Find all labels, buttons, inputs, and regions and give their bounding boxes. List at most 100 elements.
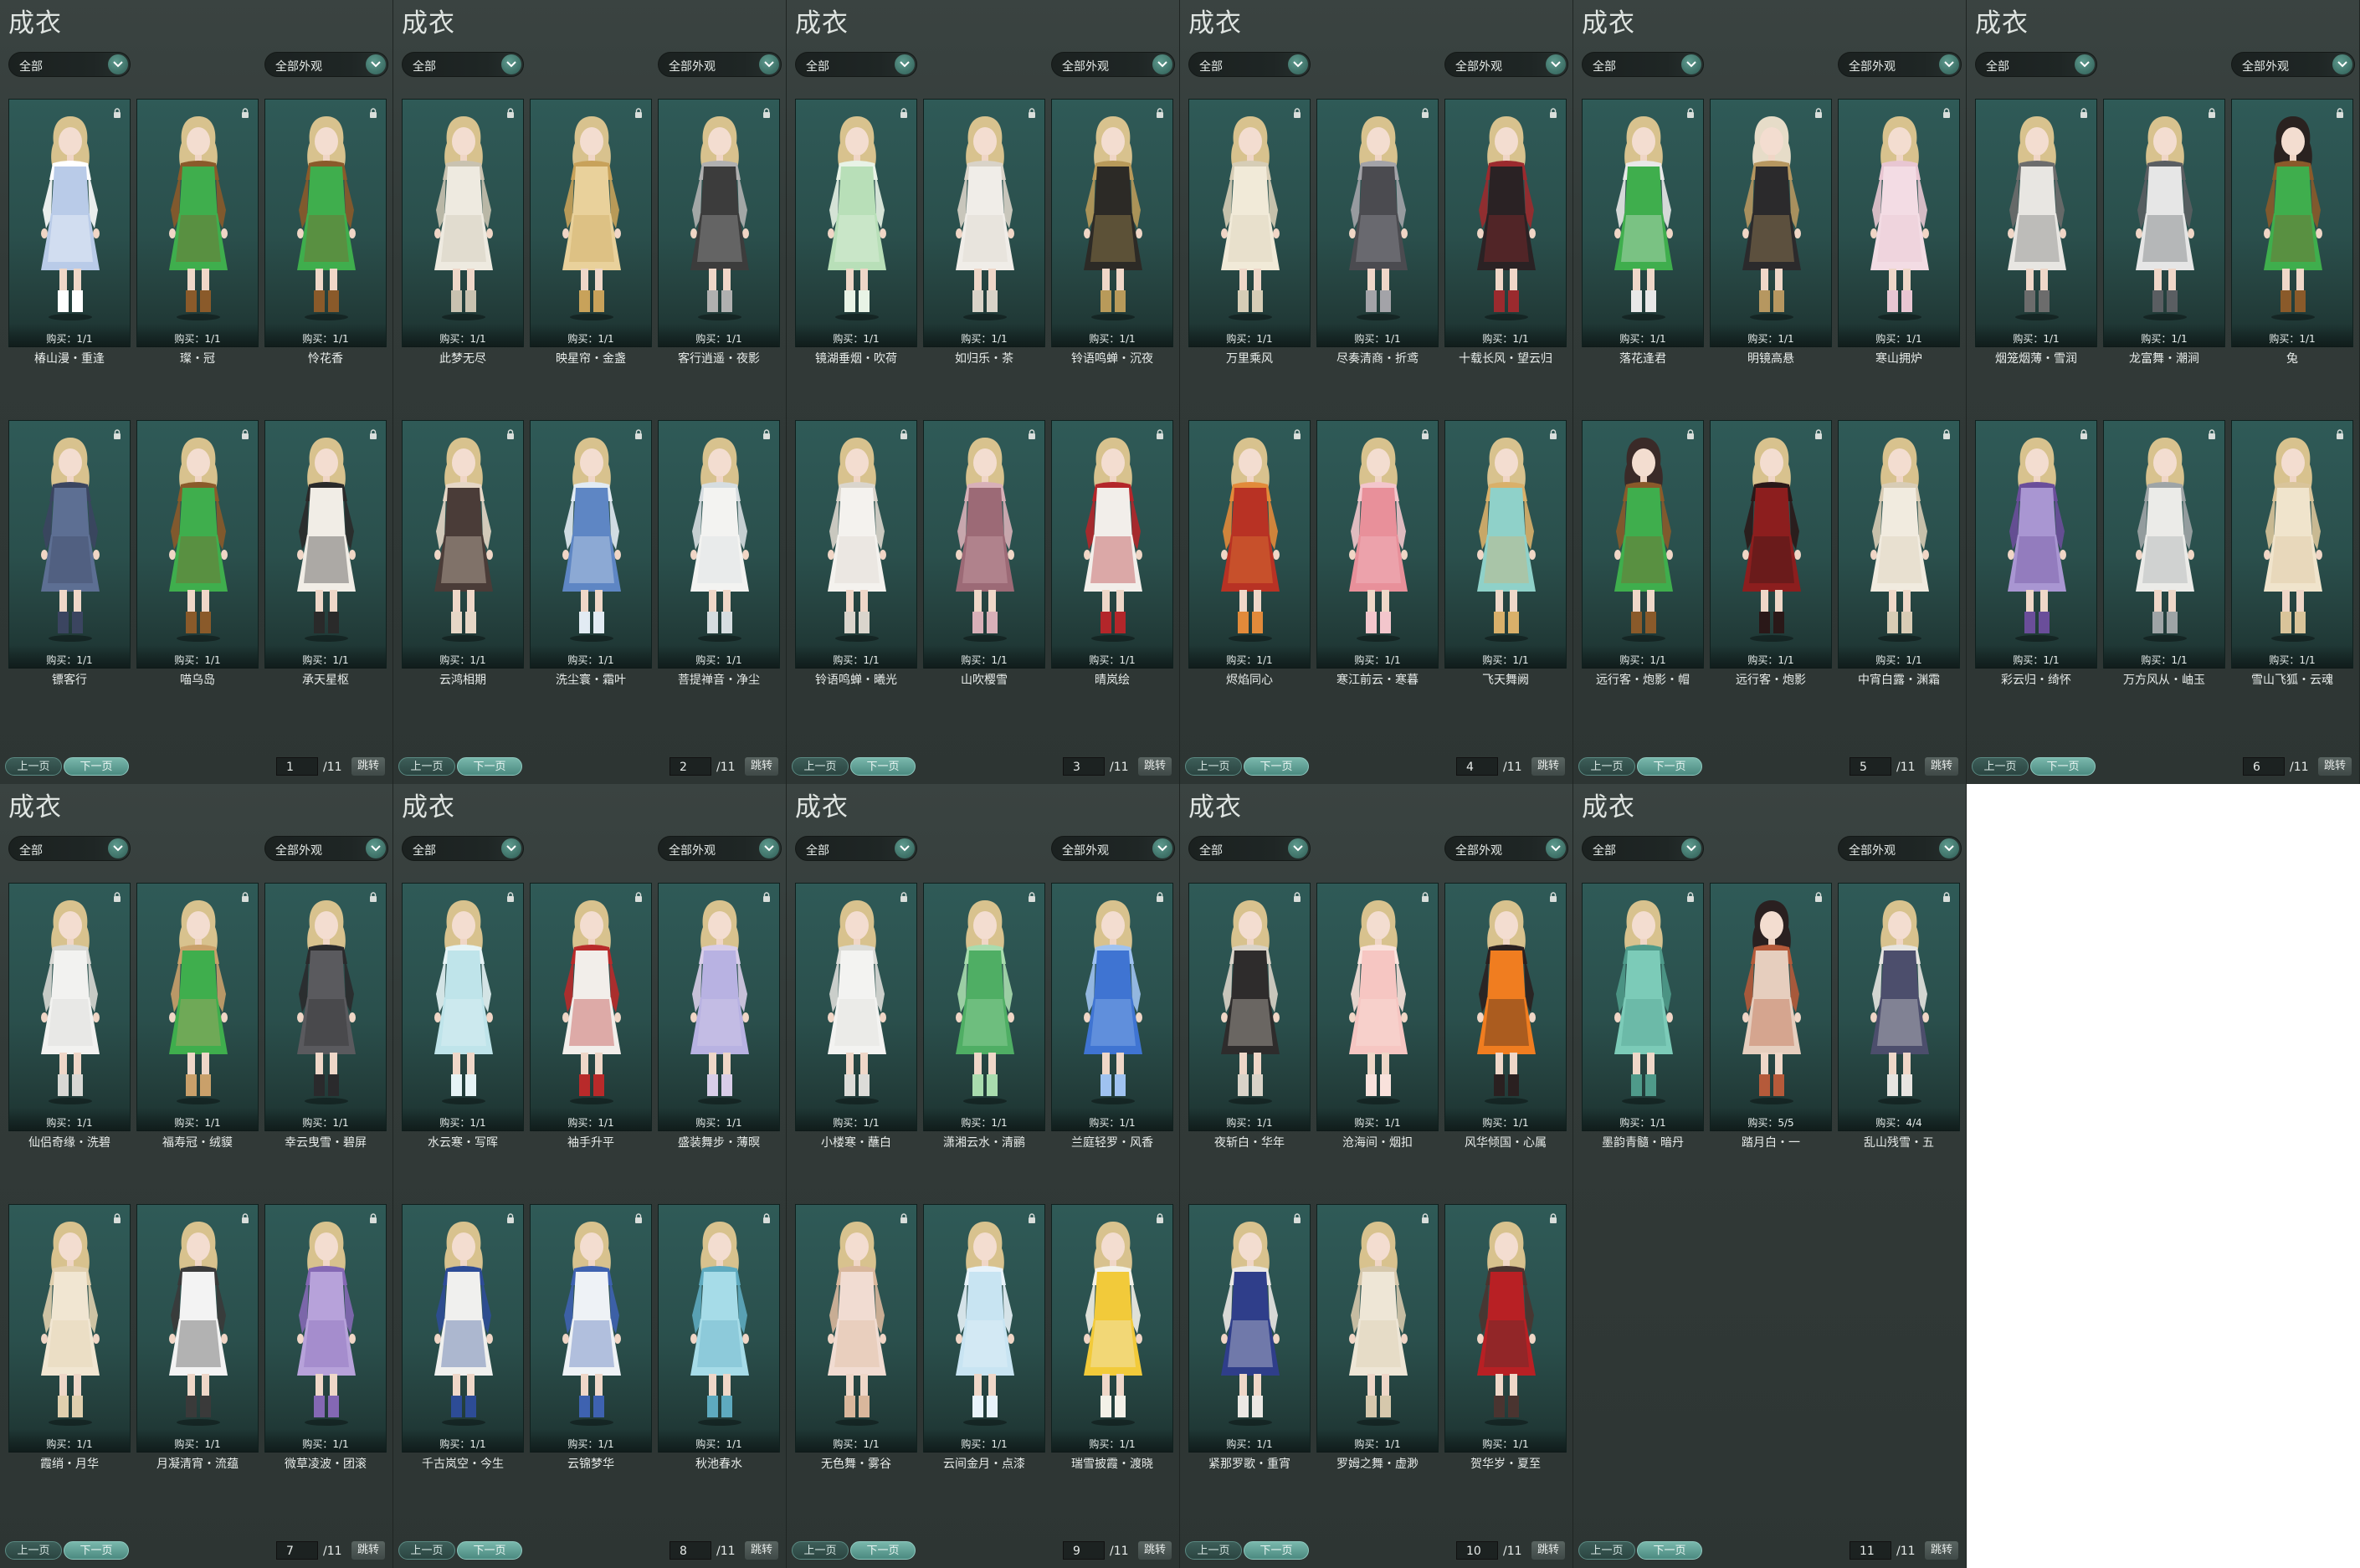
next-page-button[interactable]: 下一页 [2030,757,2096,776]
category-filter-dropdown[interactable]: 全部 [795,52,917,77]
outfit-card[interactable]: 购买：1/1 [1051,99,1173,347]
chevron-down-icon[interactable] [1681,838,1701,858]
chevron-down-icon[interactable] [1939,54,1959,74]
outfit-card[interactable]: 购买：1/1 [8,420,131,669]
appearance-filter-dropdown[interactable]: 全部外观 [1444,836,1568,861]
chevron-down-icon[interactable] [366,54,386,74]
outfit-card[interactable]: 购买：1/1 [1188,1204,1311,1453]
outfit-card[interactable]: 购买：1/1 [264,420,387,669]
page-number-input[interactable] [670,1541,711,1560]
category-filter-dropdown[interactable]: 全部 [1582,52,1704,77]
next-page-button[interactable]: 下一页 [457,1541,522,1560]
outfit-card[interactable]: 购买：1/1 [1051,883,1173,1131]
prev-page-button[interactable]: 上一页 [1578,1541,1635,1560]
jump-button[interactable]: 跳转 [745,1541,778,1560]
outfit-card[interactable]: 购买：1/1 [2231,99,2353,347]
page-number-input[interactable] [2243,757,2285,776]
chevron-down-icon[interactable] [759,838,779,858]
outfit-card[interactable]: 购买：1/1 [1444,99,1567,347]
outfit-card[interactable]: 购买：1/1 [795,883,917,1131]
prev-page-button[interactable]: 上一页 [1185,757,1242,776]
outfit-card[interactable]: 购买：1/1 [8,883,131,1131]
page-number-input[interactable] [670,757,711,776]
outfit-card[interactable]: 购买：1/1 [1188,420,1311,669]
page-number-input[interactable] [1063,757,1105,776]
outfit-card[interactable]: 购买：1/1 [1051,1204,1173,1453]
chevron-down-icon[interactable] [1681,54,1701,74]
outfit-card[interactable]: 购买：1/1 [795,1204,917,1453]
chevron-down-icon[interactable] [366,838,386,858]
category-filter-dropdown[interactable]: 全部 [1188,836,1311,861]
prev-page-button[interactable]: 上一页 [1185,1541,1242,1560]
chevron-down-icon[interactable] [2075,54,2095,74]
outfit-card[interactable]: 购买：1/1 [8,1204,131,1453]
chevron-down-icon[interactable] [895,54,915,74]
outfit-card[interactable]: 购买：1/1 [1838,99,1960,347]
outfit-card[interactable]: 购买：1/1 [2103,99,2225,347]
category-filter-dropdown[interactable]: 全部 [8,52,131,77]
outfit-card[interactable]: 购买：5/5 [1710,883,1832,1131]
outfit-card[interactable]: 购买：1/1 [402,883,524,1131]
outfit-card[interactable]: 购买：1/1 [1975,99,2097,347]
outfit-card[interactable]: 购买：1/1 [530,99,652,347]
outfit-card[interactable]: 购买：1/1 [1316,420,1439,669]
jump-button[interactable]: 跳转 [1531,757,1565,776]
outfit-card[interactable]: 购买：1/1 [264,883,387,1131]
outfit-card[interactable]: 购买：1/1 [1444,1204,1567,1453]
appearance-filter-dropdown[interactable]: 全部外观 [658,52,782,77]
chevron-down-icon[interactable] [1546,838,1566,858]
chevron-down-icon[interactable] [1288,838,1308,858]
jump-button[interactable]: 跳转 [1925,757,1958,776]
outfit-card[interactable]: 购买：1/1 [1444,883,1567,1131]
page-number-input[interactable] [1850,757,1891,776]
jump-button[interactable]: 跳转 [351,1541,385,1560]
prev-page-button[interactable]: 上一页 [792,757,849,776]
outfit-card[interactable]: 购买：1/1 [1838,420,1960,669]
outfit-card[interactable]: 购买：1/1 [658,420,780,669]
chevron-down-icon[interactable] [501,838,521,858]
outfit-card[interactable]: 购买：1/1 [1710,99,1832,347]
chevron-down-icon[interactable] [501,54,521,74]
jump-button[interactable]: 跳转 [1925,1541,1958,1560]
outfit-card[interactable]: 购买：1/1 [1710,420,1832,669]
jump-button[interactable]: 跳转 [1138,1541,1172,1560]
page-number-input[interactable] [276,1541,318,1560]
next-page-button[interactable]: 下一页 [1637,757,1702,776]
next-page-button[interactable]: 下一页 [64,757,129,776]
outfit-card[interactable]: 购买：1/1 [1975,420,2097,669]
next-page-button[interactable]: 下一页 [64,1541,129,1560]
chevron-down-icon[interactable] [2332,54,2352,74]
next-page-button[interactable]: 下一页 [1637,1541,1702,1560]
appearance-filter-dropdown[interactable]: 全部外观 [1838,52,1962,77]
category-filter-dropdown[interactable]: 全部 [402,836,524,861]
appearance-filter-dropdown[interactable]: 全部外观 [264,836,388,861]
outfit-card[interactable]: 购买：1/1 [8,99,131,347]
outfit-card[interactable]: 购买：1/1 [658,883,780,1131]
chevron-down-icon[interactable] [1152,54,1172,74]
outfit-card[interactable]: 购买：1/1 [658,99,780,347]
outfit-card[interactable]: 购买：1/1 [795,420,917,669]
jump-button[interactable]: 跳转 [2318,757,2352,776]
prev-page-button[interactable]: 上一页 [1972,757,2029,776]
outfit-card[interactable]: 购买：1/1 [2231,420,2353,669]
appearance-filter-dropdown[interactable]: 全部外观 [1051,836,1175,861]
appearance-filter-dropdown[interactable]: 全部外观 [1444,52,1568,77]
outfit-card[interactable]: 购买：1/1 [923,99,1045,347]
chevron-down-icon[interactable] [1288,54,1308,74]
outfit-card[interactable]: 购买：1/1 [136,420,259,669]
page-number-input[interactable] [1456,757,1498,776]
prev-page-button[interactable]: 上一页 [5,757,62,776]
category-filter-dropdown[interactable]: 全部 [1188,52,1311,77]
chevron-down-icon[interactable] [895,838,915,858]
outfit-card[interactable]: 购买：1/1 [1582,883,1704,1131]
outfit-card[interactable]: 购买：1/1 [1316,1204,1439,1453]
category-filter-dropdown[interactable]: 全部 [8,836,131,861]
outfit-card[interactable]: 购买：1/1 [923,1204,1045,1453]
outfit-card[interactable]: 购买：1/1 [264,99,387,347]
outfit-card[interactable]: 购买：1/1 [1188,99,1311,347]
outfit-card[interactable]: 购买：1/1 [1316,99,1439,347]
next-page-button[interactable]: 下一页 [850,1541,916,1560]
outfit-card[interactable]: 购买：1/1 [1316,883,1439,1131]
outfit-card[interactable]: 购买：1/1 [136,883,259,1131]
appearance-filter-dropdown[interactable]: 全部外观 [2231,52,2355,77]
